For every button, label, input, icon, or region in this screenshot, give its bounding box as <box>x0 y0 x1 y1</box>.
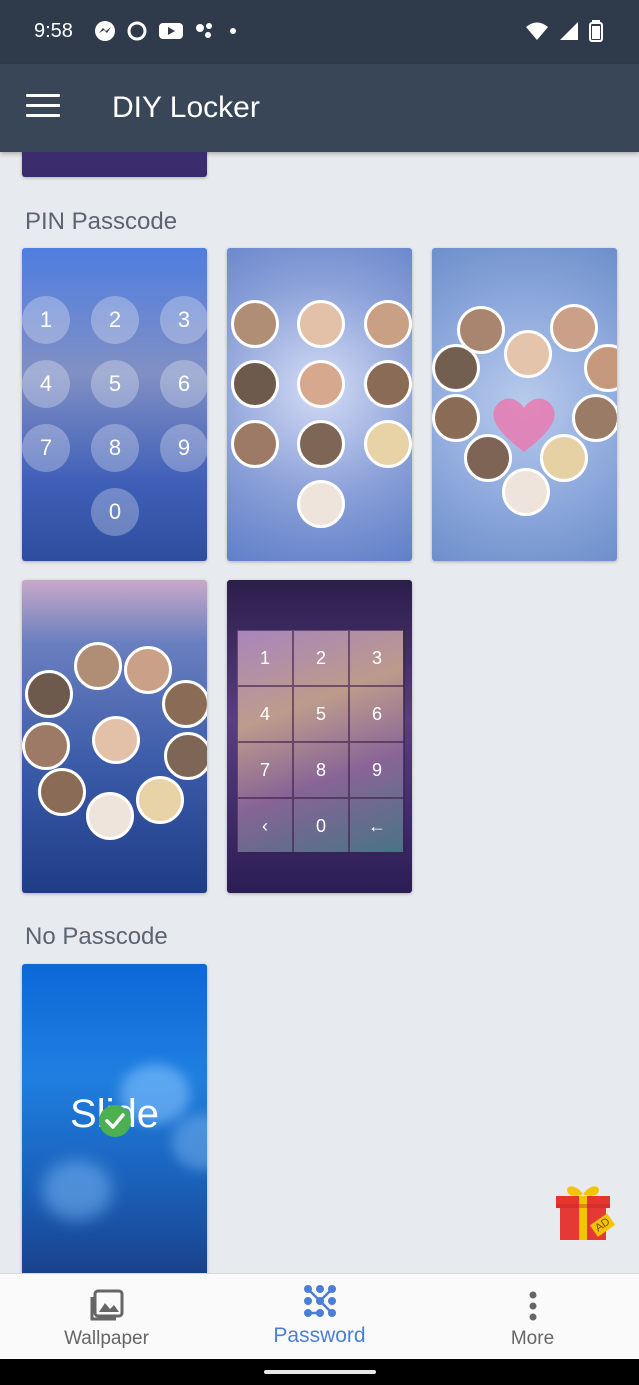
puzzle-key: 8 <box>293 742 349 798</box>
pin-key: 5 <box>91 360 139 408</box>
puzzle-key: 5 <box>293 686 349 742</box>
pin-key: 4 <box>22 360 70 408</box>
pin-key: 1 <box>22 296 70 344</box>
youtube-icon <box>159 23 183 39</box>
system-status-icons <box>525 20 603 42</box>
puzzle-key: 7 <box>237 742 293 798</box>
hamburger-menu-icon[interactable] <box>26 94 60 122</box>
nav-more[interactable]: More <box>426 1274 639 1360</box>
photo-key <box>297 360 345 408</box>
photo-key <box>572 394 617 442</box>
photo-key <box>584 344 617 392</box>
puzzle-key: ‹ <box>237 798 293 854</box>
notification-icons <box>94 20 240 42</box>
pin-key: 2 <box>91 296 139 344</box>
photo-key <box>74 642 122 690</box>
photo-key <box>364 360 412 408</box>
nav-label-more: More <box>510 1328 555 1349</box>
pin-key: 7 <box>22 424 70 472</box>
photo-key <box>136 776 184 824</box>
checkmark-icon <box>99 1105 131 1137</box>
theme-slide[interactable]: Slide <box>22 964 207 1273</box>
signal-icon <box>560 22 578 40</box>
pin-key: 0 <box>91 488 139 536</box>
photo-key <box>38 768 86 816</box>
puzzle-key: 3 <box>349 630 405 686</box>
section-title-pin: PIN Passcode <box>25 208 178 235</box>
puzzle-key: ← <box>349 798 405 854</box>
assistant-icon <box>196 23 212 38</box>
nav-label-password: Password <box>273 1324 366 1347</box>
photo-key <box>364 420 412 468</box>
theme-pin-photo-grid[interactable] <box>227 248 412 561</box>
photo-key <box>297 420 345 468</box>
bokeh <box>42 1160 112 1220</box>
puzzle-key: 4 <box>237 686 293 742</box>
photo-key <box>124 646 172 694</box>
photo-key <box>504 330 552 378</box>
section-title-no-passcode: No Passcode <box>25 923 168 950</box>
puzzle-key: 2 <box>293 630 349 686</box>
photo-key <box>502 468 550 516</box>
nav-wallpaper[interactable]: Wallpaper <box>0 1274 213 1360</box>
photo-key <box>231 300 279 348</box>
puzzle-key: 1 <box>237 630 293 686</box>
photo-key <box>86 792 134 840</box>
pin-key: 6 <box>160 360 207 408</box>
gift-ad-button[interactable]: AD <box>552 1180 616 1242</box>
wifi-icon <box>526 22 548 40</box>
messenger-icon <box>95 21 115 41</box>
nav-password[interactable]: Password <box>213 1274 426 1360</box>
photo-key <box>25 670 73 718</box>
pin-key: 3 <box>160 296 207 344</box>
theme-pin-photo-puzzle[interactable]: 1 2 3 4 5 6 7 8 9 ‹ 0 ← <box>227 580 412 893</box>
photo-key <box>432 344 480 392</box>
nav-label-wallpaper: Wallpaper <box>64 1328 149 1349</box>
photo-key <box>364 300 412 348</box>
photo-key <box>162 680 207 728</box>
dot-icon <box>230 28 236 34</box>
circle-app-icon <box>127 21 147 41</box>
photo-key <box>464 434 512 482</box>
status-bar: 9:58 <box>0 0 639 64</box>
theme-list[interactable]: PIN Passcode 1 2 3 4 5 6 7 8 9 0 1 2 3 4… <box>0 152 639 1273</box>
puzzle-key: 0 <box>293 798 349 854</box>
photo-key <box>297 300 345 348</box>
photo-key <box>92 716 140 764</box>
theme-pin-heart-circle[interactable] <box>432 248 617 561</box>
more-vertical-icon <box>529 1291 536 1321</box>
photo-key <box>297 480 345 528</box>
photo-key <box>231 360 279 408</box>
photo-key <box>550 304 598 352</box>
status-time: 9:58 <box>34 20 73 42</box>
gift-icon <box>556 1186 610 1240</box>
puzzle-key: 9 <box>349 742 405 798</box>
photo-key <box>231 420 279 468</box>
image-icon <box>90 1289 123 1321</box>
system-navigation-bar <box>0 1359 639 1385</box>
pin-key: 8 <box>91 424 139 472</box>
theme-pin-photo-spiral[interactable] <box>22 580 207 893</box>
pattern-lock-icon <box>303 1285 336 1317</box>
app-bar: DIY Locker <box>0 64 639 152</box>
photo-key <box>540 434 588 482</box>
photo-key <box>432 394 480 442</box>
bottom-navigation: Wallpaper Password More <box>0 1273 639 1360</box>
pin-key: 9 <box>160 424 207 472</box>
home-gesture-bar[interactable] <box>264 1370 376 1374</box>
theme-pin-keypad[interactable]: 1 2 3 4 5 6 7 8 9 0 <box>22 248 207 561</box>
photo-key <box>22 722 70 770</box>
battery-icon <box>589 20 603 42</box>
app-title: DIY Locker <box>112 91 260 124</box>
photo-key <box>164 732 207 780</box>
theme-thumbnail-partial[interactable] <box>22 152 207 177</box>
puzzle-key: 6 <box>349 686 405 742</box>
